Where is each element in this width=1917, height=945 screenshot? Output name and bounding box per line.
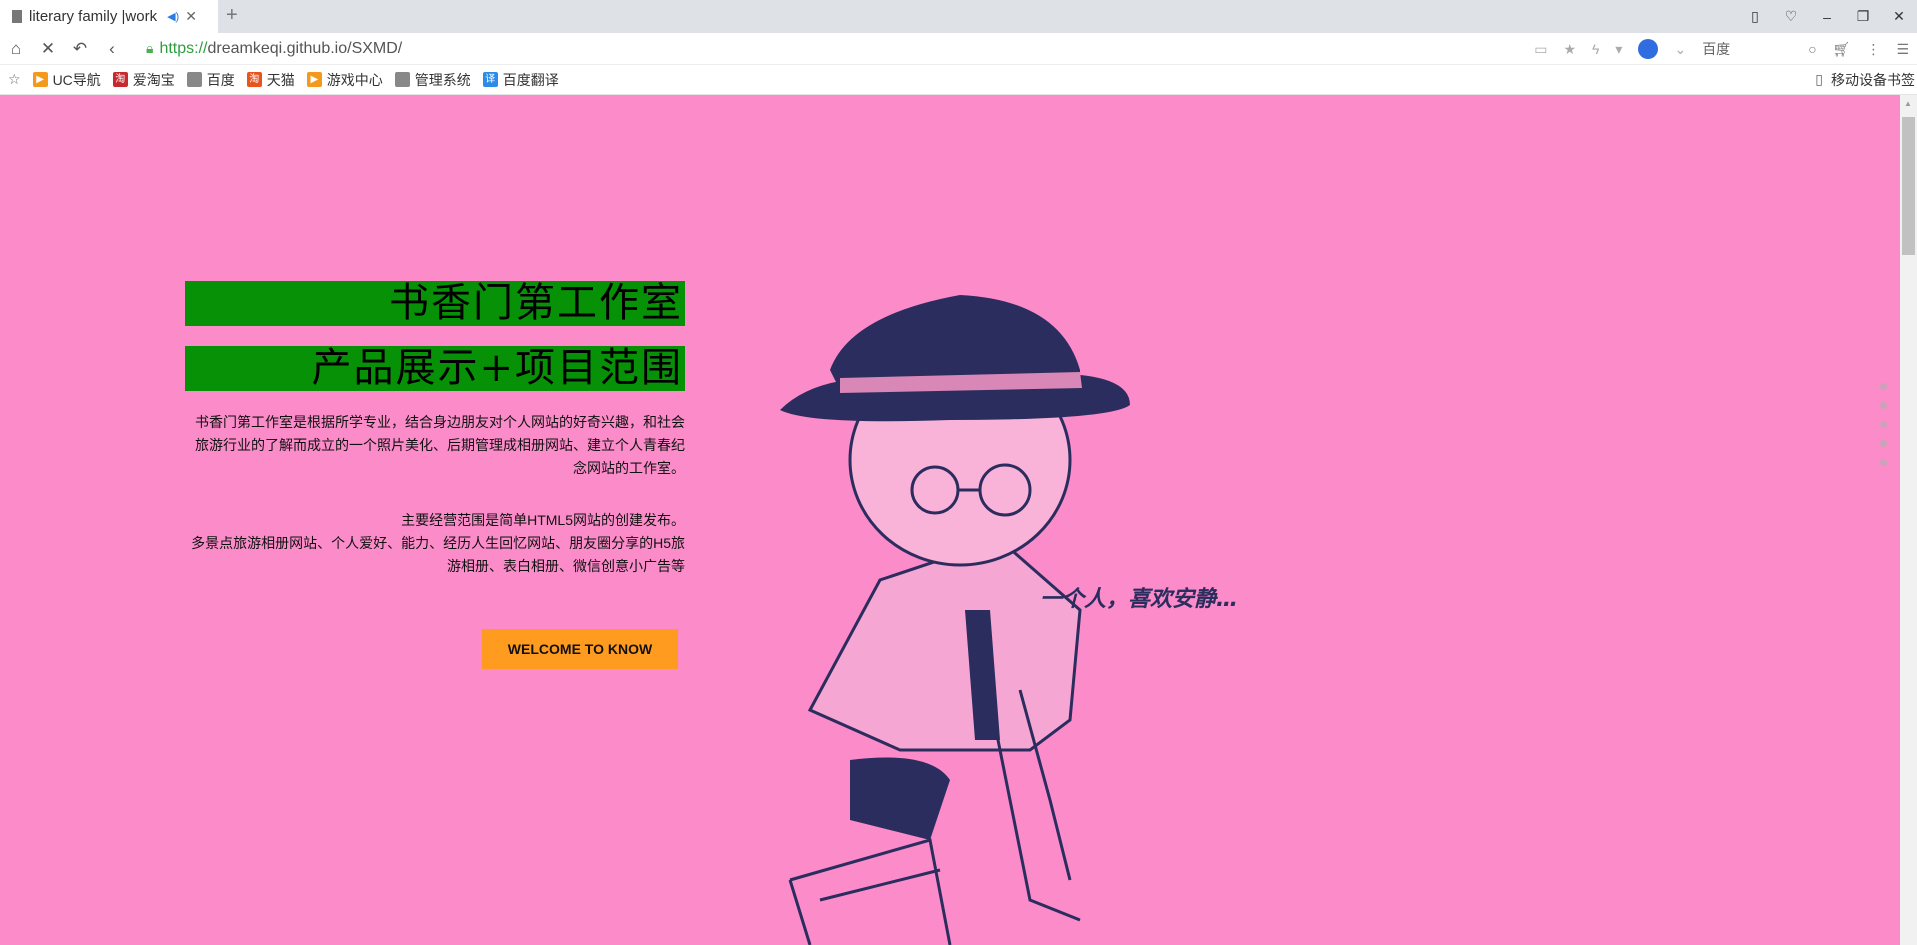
section-nav-dots <box>1880 383 1887 478</box>
skin-icon[interactable]: ♡ <box>1773 8 1809 25</box>
search-input[interactable]: 百度 <box>1702 39 1792 59</box>
bookmark-star-icon[interactable]: ☆ <box>8 71 21 88</box>
more-icon[interactable]: ⋮ <box>1866 41 1880 58</box>
bookmark-label: UC导航 <box>52 71 101 88</box>
bookmark-label: 百度翻译 <box>502 71 559 88</box>
lock-icon: 🔒︎ <box>146 40 154 56</box>
bookmark-label: 爱淘宝 <box>132 71 175 88</box>
search-icon[interactable]: ○ <box>1808 41 1816 57</box>
restore-button[interactable]: ❐ <box>1845 8 1881 25</box>
side-panel-icon[interactable]: ▯ <box>1737 8 1773 25</box>
bookmark-item[interactable]: 淘爱淘宝 <box>112 70 175 90</box>
close-window-button[interactable]: ✕ <box>1881 8 1917 25</box>
undo-icon[interactable]: ↶ <box>64 39 96 59</box>
bookmark-favicon-icon: ▶ <box>32 72 48 87</box>
bookmark-item[interactable]: ▶ 游戏中心 <box>306 70 383 90</box>
back-icon[interactable]: ‹ <box>96 39 128 59</box>
cart-icon[interactable]: 🛒︎ <box>1833 41 1851 58</box>
bookmark-label: 管理系统 <box>414 71 471 88</box>
speaker-icon[interactable]: ◀) <box>167 10 179 23</box>
url-scheme: https:// <box>159 39 208 57</box>
bookmark-label: 天猫 <box>266 71 295 88</box>
heading-studio: 书香门第工作室 <box>185 281 685 326</box>
url-field[interactable]: 🔒︎ https://dreamkeqi.github.io/SXMD/ <box>146 40 402 58</box>
engine-chevron-icon[interactable]: ⌄ <box>1674 41 1686 58</box>
home-icon[interactable]: ⌂ <box>0 39 32 59</box>
nav-dot[interactable] <box>1880 402 1887 409</box>
bookmark-favicon-icon: 淘 <box>112 72 128 87</box>
welcome-button[interactable]: WELCOME TO KNOW <box>482 629 678 669</box>
scroll-up-icon[interactable]: ▲ <box>1904 99 1912 108</box>
document-icon <box>12 10 22 23</box>
phone-icon: ▯ <box>1815 71 1823 87</box>
new-tab-button[interactable]: + <box>226 4 238 27</box>
baidu-paw-icon[interactable] <box>1638 39 1659 59</box>
bookmark-favicon-icon: ▶ <box>306 72 322 87</box>
scrollbar-thumb[interactable] <box>1902 117 1915 255</box>
bookmark-item[interactable]: 管理系统 <box>394 70 471 90</box>
dropdown-icon[interactable]: ▾ <box>1615 41 1622 58</box>
intro-text: 书香门第工作室是根据所学专业，结合身边朋友对个人网站的好奇兴趣，和社会旅游行业的… <box>195 414 685 476</box>
bookmark-favicon-icon: 译 <box>482 72 498 87</box>
bookmark-item[interactable]: 淘天猫 <box>246 70 295 90</box>
reader-icon[interactable]: ▭ <box>1534 41 1547 58</box>
bookmarks-bar: ☆ ▶ UC导航淘爱淘宝 百度淘天猫 ▶ 游戏中心 管理系统译百度翻译 ▯ 移动设备书签 <box>0 65 1917 95</box>
illustration-caption: 一个人，喜欢安静… <box>1040 586 1238 612</box>
address-bar-row: ⌂ ✕ ↶ ‹ 🔒︎ https://dreamkeqi.github.io/S… <box>0 33 1917 65</box>
page-content: 书香门第工作室 产品展示+项目范围 书香门第工作室是根据所学专业，结合身边朋友对… <box>0 95 1900 945</box>
tab-bar: literary family |work ◀) ✕ + ▯ ♡ – ❐ ✕ <box>0 0 1917 33</box>
scope-line-2: 多景点旅游相册网站、个人爱好、能力、经历人生回忆网站、朋友圈分享的H5旅游相册、… <box>191 535 685 574</box>
boy-illustration: 一个人，喜欢安静… <box>780 295 1238 945</box>
mobile-bookmarks[interactable]: ▯ 移动设备书签 <box>1815 70 1915 90</box>
scrollbar[interactable]: ▲ <box>1900 95 1917 945</box>
minimize-button[interactable]: – <box>1809 9 1845 25</box>
nav-dot[interactable] <box>1880 421 1887 428</box>
bookmark-favicon-icon <box>186 72 202 87</box>
close-tab-icon[interactable]: ✕ <box>185 8 197 25</box>
star-icon[interactable]: ★ <box>1563 41 1576 58</box>
stop-icon[interactable]: ✕ <box>32 39 64 59</box>
bolt-icon[interactable]: ϟ <box>1592 41 1599 57</box>
scope-line-1: 主要经营范围是简单HTML5网站的创建发布。 <box>401 512 685 528</box>
url-host: dreamkeqi.github.io/SXMD/ <box>207 39 403 57</box>
bookmark-favicon-icon: 淘 <box>246 72 262 87</box>
mobile-bookmarks-label: 移动设备书签 <box>1831 71 1915 88</box>
bookmark-item[interactable]: ▶ UC导航 <box>32 70 101 90</box>
bookmark-label: 游戏中心 <box>326 71 383 88</box>
browser-tab[interactable]: literary family |work ◀) ✕ <box>0 0 218 33</box>
nav-dot[interactable] <box>1880 440 1887 447</box>
heading-products: 产品展示+项目范围 <box>185 346 685 391</box>
bookmark-item[interactable]: 百度 <box>186 70 235 90</box>
nav-dot[interactable] <box>1880 459 1887 466</box>
bookmark-favicon-icon <box>394 72 410 87</box>
bookmark-label: 百度 <box>206 71 235 88</box>
tab-title: literary family |work <box>29 8 158 25</box>
bookmark-item[interactable]: 译百度翻译 <box>482 70 559 90</box>
menu-icon[interactable]: ☰ <box>1896 41 1909 58</box>
nav-dot[interactable] <box>1880 383 1887 390</box>
